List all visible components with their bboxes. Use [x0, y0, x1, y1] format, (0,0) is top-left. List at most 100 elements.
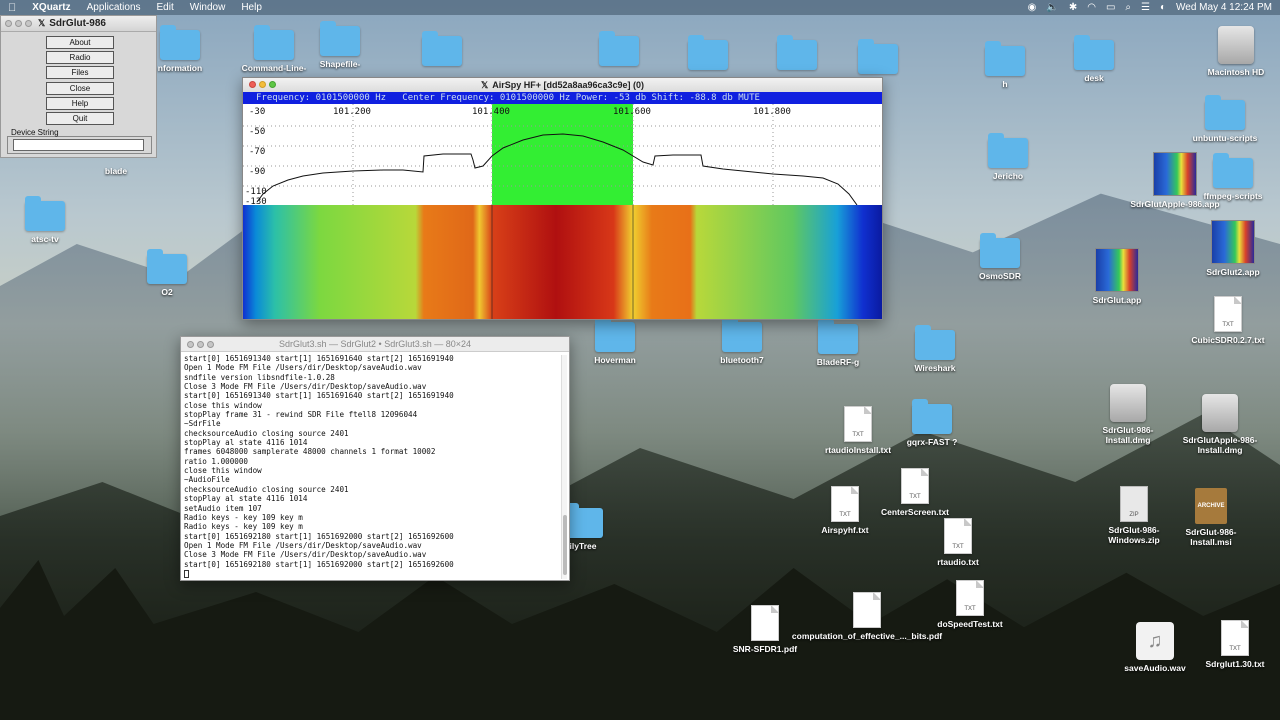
desktop-icon[interactable]: SdrGlutApple-986-Install.dmg	[1175, 394, 1265, 455]
spotlight-search-icon[interactable]: ⌕	[1125, 2, 1131, 13]
waterfall-display[interactable]	[243, 205, 882, 319]
disk-image-icon	[1202, 394, 1238, 432]
pdf-file-icon	[751, 605, 779, 641]
folder-icon	[985, 41, 1025, 76]
desktop-icon[interactable]: OsmoSDR	[955, 233, 1045, 281]
radio-button[interactable]: Radio	[46, 51, 114, 64]
desktop-icon[interactable]: O2	[122, 249, 212, 297]
desktop-icon[interactable]: TXT rtaudioInstall.txt	[813, 406, 903, 455]
desktop-icon[interactable]: bluetooth7	[697, 317, 787, 365]
folder-icon	[858, 39, 898, 74]
desktop-icon[interactable]: ARCHIVE SdrGlut-986-Install.msi	[1166, 488, 1256, 547]
desktop-icon[interactable]: atsc-tv	[0, 196, 90, 244]
folder-icon	[1074, 35, 1114, 70]
desktop-icon[interactable]: TXT Airspyhf.txt	[800, 486, 890, 535]
desktop-icon[interactable]: TXT Sdrglut1.30.txt	[1190, 620, 1280, 669]
zip-file-icon: ZIP	[1120, 486, 1148, 522]
frequency-status-line: Frequency: 0101500000 Hz Center Frequenc…	[243, 92, 882, 104]
desktop-icon[interactable]	[663, 35, 753, 73]
disk-image-icon	[1110, 384, 1146, 422]
battery-icon[interactable]: ▭	[1106, 2, 1115, 13]
desktop-icon[interactable]: desk	[1049, 35, 1139, 83]
desktop-icon[interactable]: computation_of_effective_..._bits.pdf	[792, 592, 942, 641]
text-file-icon: TXT	[944, 518, 972, 554]
desktop-icon-label: nformation	[157, 63, 203, 73]
about-button[interactable]: About	[46, 36, 114, 49]
zoom-window-icon[interactable]	[269, 81, 276, 88]
terminal-line: close this window	[184, 400, 262, 410]
menu-edit[interactable]: Edit	[157, 2, 174, 13]
db-tick-label: -50	[249, 127, 265, 137]
terminal-line: close this window	[184, 466, 262, 476]
spectrum-plot[interactable]: 101.200 101.400 101.600 101.800 -30 -50 …	[243, 104, 882, 205]
menu-app-name[interactable]: XQuartz	[32, 2, 70, 13]
close-button[interactable]: Close	[46, 82, 114, 95]
desktop-icon[interactable]: SdrGlut.app	[1072, 248, 1162, 305]
desktop-icon-label: doSpeedTest.txt	[937, 619, 1003, 629]
menu-applications[interactable]: Applications	[87, 2, 141, 13]
desktop-icon[interactable]: TXT doSpeedTest.txt	[925, 580, 1015, 629]
desktop-icon[interactable]	[752, 35, 842, 73]
menu-window[interactable]: Window	[190, 2, 226, 13]
desktop-icon[interactable]: SdrGlutApple-986.app	[1130, 152, 1220, 209]
desktop-icon[interactable]: Macintosh HD	[1191, 26, 1280, 77]
desktop-icon[interactable]: Hoverman	[570, 317, 660, 365]
desktop-icon[interactable]: SNR-SFDR1.pdf	[720, 605, 810, 654]
close-window-icon[interactable]	[187, 341, 194, 348]
desktop-icon[interactable]: BladeRF-g	[793, 319, 883, 367]
record-icon[interactable]: ◉	[1028, 2, 1037, 13]
desktop-icon[interactable]: blade	[71, 163, 161, 176]
freq-tick-label: 101.600	[613, 107, 651, 117]
desktop-icon[interactable]: ♫ saveAudio.wav	[1110, 622, 1200, 673]
apple-menu-icon[interactable]: 	[8, 2, 16, 14]
close-window-icon[interactable]	[5, 20, 12, 27]
terminal-line: ratio 1.000000	[184, 456, 249, 466]
help-button[interactable]: Help	[46, 97, 114, 110]
pdf-file-icon	[853, 592, 881, 628]
folder-icon	[912, 399, 952, 434]
desktop-icon[interactable]	[574, 31, 664, 69]
terminal-output[interactable]: start[0] 1651691340 start[1] 1651691640 …	[184, 354, 559, 580]
menu-clock[interactable]: Wed May 4 12:24 PM	[1176, 2, 1272, 13]
device-string-input[interactable]	[13, 139, 144, 151]
bluetooth-icon[interactable]: ✱	[1069, 2, 1077, 13]
desktop-icon-label: SdrGlutApple-986.app	[1130, 199, 1220, 209]
desktop-icon[interactable]: Jericho	[963, 133, 1053, 181]
terminal-titlebar[interactable]: SdrGlut3.sh — SdrGlut2 • SdrGlut3.sh — 8…	[181, 337, 569, 352]
freq-tick-label: 101.200	[333, 107, 371, 117]
siri-icon[interactable]: ◐	[1160, 2, 1166, 13]
desktop-icon[interactable]: TXT rtaudio.txt	[913, 518, 1003, 567]
minimize-window-icon[interactable]	[197, 341, 204, 348]
desktop-icon-label: SdrGlutApple-986-Install.dmg	[1182, 435, 1258, 455]
terminal-line: start[0] 1651692180 start[1] 1651692000 …	[184, 531, 454, 541]
audio-file-icon: ♫	[1136, 622, 1174, 660]
desktop-icon[interactable]: h	[960, 41, 1050, 89]
desktop-icon-label: Macintosh HD	[1207, 67, 1265, 77]
terminal-line: Radio keys - key 109 key m	[184, 522, 303, 532]
airspy-titlebar[interactable]: 𝕏 AirSpy HF+ [dd52a8aa96ca3c9e] (0)	[243, 78, 882, 92]
desktop-icon[interactable]: Wireshark	[890, 325, 980, 373]
zoom-window-icon[interactable]	[25, 20, 32, 27]
wifi-icon[interactable]: ◠	[1087, 2, 1096, 13]
control-center-icon[interactable]: ☰	[1141, 2, 1150, 13]
terminal-scrollbar[interactable]	[561, 355, 567, 579]
quit-button[interactable]: Quit	[46, 112, 114, 125]
desktop-icon-label: Shapefile-	[319, 59, 361, 69]
folder-icon	[1205, 95, 1245, 130]
volume-icon[interactable]: 🔈	[1046, 2, 1058, 13]
desktop-icon[interactable]: SdrGlut2.app	[1188, 220, 1278, 277]
desktop-icon[interactable]: TXT CubicSDR0.2.7.txt	[1183, 296, 1273, 345]
desktop-icon[interactable]: unbuntu-scripts	[1180, 95, 1270, 143]
sdrglut-titlebar[interactable]: 𝕏 SdrGlut-986	[1, 16, 156, 32]
desktop-icon[interactable]: Shapefile-	[295, 21, 385, 69]
minimize-window-icon[interactable]	[15, 20, 22, 27]
desktop-icon[interactable]	[397, 31, 487, 69]
files-button[interactable]: Files	[46, 66, 114, 79]
menu-help[interactable]: Help	[241, 2, 262, 13]
minimize-window-icon[interactable]	[259, 81, 266, 88]
folder-icon	[160, 25, 200, 60]
close-window-icon[interactable]	[249, 81, 256, 88]
desktop-icon[interactable]: SdrGlut-986-Install.dmg	[1083, 384, 1173, 445]
desktop-icon[interactable]	[833, 39, 923, 77]
zoom-window-icon[interactable]	[207, 341, 214, 348]
